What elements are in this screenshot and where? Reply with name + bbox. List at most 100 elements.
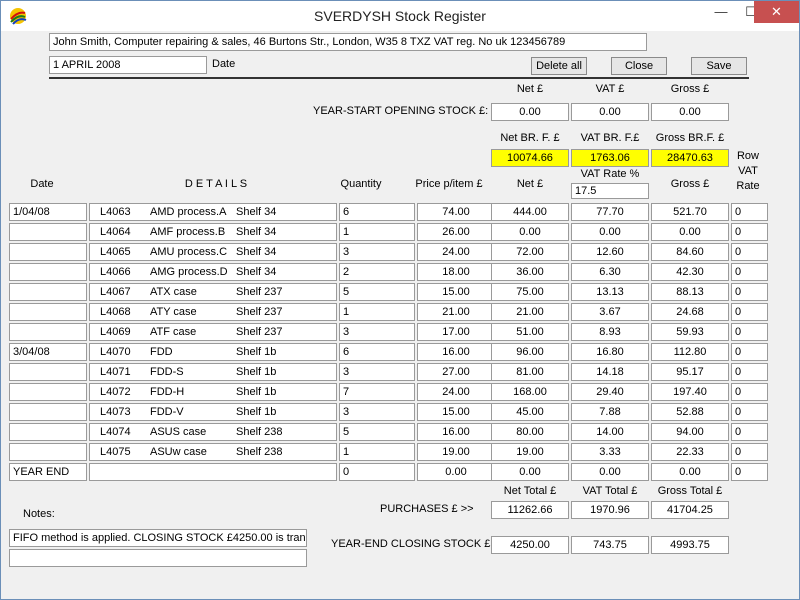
row-date-cell[interactable]: 3/04/08 xyxy=(9,343,87,361)
row-date-cell[interactable] xyxy=(9,403,87,421)
row-quantity-cell[interactable]: 5 xyxy=(339,283,415,301)
row-vat-cell[interactable]: 13.13 xyxy=(571,283,649,301)
row-details-cell[interactable]: L4069 ATF case Shelf 237 xyxy=(89,323,337,341)
bf-gross-field[interactable]: 28470.63 xyxy=(651,149,729,167)
row-quantity-cell[interactable]: 6 xyxy=(339,343,415,361)
row-vat-rate-cell[interactable]: 0 xyxy=(731,363,768,381)
vat-rate-input[interactable]: 17.5 xyxy=(571,183,649,199)
purchases-net-field[interactable]: 11262.66 xyxy=(491,501,569,519)
delete-all-button[interactable]: Delete all xyxy=(531,57,587,75)
row-date-cell[interactable] xyxy=(9,263,87,281)
date-field[interactable]: 1 APRIL 2008 xyxy=(49,56,207,74)
row-vat-cell[interactable]: 29.40 xyxy=(571,383,649,401)
opening-net-field[interactable]: 0.00 xyxy=(491,103,569,121)
row-quantity-cell[interactable]: 0 xyxy=(339,463,415,481)
row-vat-rate-cell[interactable]: 0 xyxy=(731,203,768,221)
row-date-cell[interactable] xyxy=(9,443,87,461)
row-vat-rate-cell[interactable]: 0 xyxy=(731,323,768,341)
row-quantity-cell[interactable]: 1 xyxy=(339,443,415,461)
row-quantity-cell[interactable]: 3 xyxy=(339,403,415,421)
row-date-cell[interactable] xyxy=(9,363,87,381)
row-gross-cell[interactable]: 24.68 xyxy=(651,303,729,321)
row-vat-rate-cell[interactable]: 0 xyxy=(731,263,768,281)
row-vat-cell[interactable]: 3.33 xyxy=(571,443,649,461)
row-net-cell[interactable]: 51.00 xyxy=(491,323,569,341)
closing-vat-field[interactable]: 743.75 xyxy=(571,536,649,554)
row-gross-cell[interactable]: 59.93 xyxy=(651,323,729,341)
row-quantity-cell[interactable]: 3 xyxy=(339,363,415,381)
row-price-cell[interactable]: 0.00 xyxy=(417,463,495,481)
row-date-cell[interactable]: 1/04/08 xyxy=(9,203,87,221)
row-vat-cell[interactable]: 14.00 xyxy=(571,423,649,441)
save-button[interactable]: Save xyxy=(691,57,747,75)
row-details-cell[interactable]: L4070 FDD Shelf 1b xyxy=(89,343,337,361)
purchases-vat-field[interactable]: 1970.96 xyxy=(571,501,649,519)
row-gross-cell[interactable]: 42.30 xyxy=(651,263,729,281)
close-button[interactable]: Close xyxy=(611,57,667,75)
company-field[interactable]: John Smith, Computer repairing & sales, … xyxy=(49,33,647,51)
row-gross-cell[interactable]: 95.17 xyxy=(651,363,729,381)
row-gross-cell[interactable]: 197.40 xyxy=(651,383,729,401)
row-gross-cell[interactable]: 52.88 xyxy=(651,403,729,421)
row-price-cell[interactable]: 24.00 xyxy=(417,383,495,401)
row-price-cell[interactable]: 15.00 xyxy=(417,283,495,301)
row-price-cell[interactable]: 21.00 xyxy=(417,303,495,321)
row-price-cell[interactable]: 18.00 xyxy=(417,263,495,281)
row-quantity-cell[interactable]: 6 xyxy=(339,203,415,221)
row-vat-rate-cell[interactable]: 0 xyxy=(731,243,768,261)
row-gross-cell[interactable]: 112.80 xyxy=(651,343,729,361)
purchases-gross-field[interactable]: 41704.25 xyxy=(651,501,729,519)
row-price-cell[interactable]: 16.00 xyxy=(417,343,495,361)
row-details-cell[interactable]: L4065 AMU process.C Shelf 34 xyxy=(89,243,337,261)
row-gross-cell[interactable]: 94.00 xyxy=(651,423,729,441)
row-date-cell[interactable] xyxy=(9,383,87,401)
row-vat-cell[interactable]: 14.18 xyxy=(571,363,649,381)
bf-net-field[interactable]: 10074.66 xyxy=(491,149,569,167)
row-date-cell[interactable] xyxy=(9,283,87,301)
row-net-cell[interactable]: 0.00 xyxy=(491,463,569,481)
row-date-cell[interactable] xyxy=(9,223,87,241)
row-vat-cell[interactable]: 7.88 xyxy=(571,403,649,421)
row-vat-rate-cell[interactable]: 0 xyxy=(731,463,768,481)
row-net-cell[interactable]: 168.00 xyxy=(491,383,569,401)
closing-gross-field[interactable]: 4993.75 xyxy=(651,536,729,554)
row-price-cell[interactable]: 15.00 xyxy=(417,403,495,421)
row-vat-rate-cell[interactable]: 0 xyxy=(731,223,768,241)
row-details-cell[interactable]: L4064 AMF process.B Shelf 34 xyxy=(89,223,337,241)
row-price-cell[interactable]: 27.00 xyxy=(417,363,495,381)
row-net-cell[interactable]: 0.00 xyxy=(491,223,569,241)
row-net-cell[interactable]: 45.00 xyxy=(491,403,569,421)
row-gross-cell[interactable]: 84.60 xyxy=(651,243,729,261)
row-price-cell[interactable]: 19.00 xyxy=(417,443,495,461)
opening-gross-field[interactable]: 0.00 xyxy=(651,103,729,121)
row-gross-cell[interactable]: 0.00 xyxy=(651,223,729,241)
row-vat-rate-cell[interactable]: 0 xyxy=(731,283,768,301)
row-details-cell[interactable]: L4063 AMD process.A Shelf 34 xyxy=(89,203,337,221)
row-vat-cell[interactable]: 0.00 xyxy=(571,223,649,241)
row-details-cell[interactable] xyxy=(89,463,337,481)
notes-line-1[interactable]: FIFO method is applied. CLOSING STOCK £4… xyxy=(9,529,307,547)
row-details-cell[interactable]: L4071 FDD-S Shelf 1b xyxy=(89,363,337,381)
row-price-cell[interactable]: 74.00 xyxy=(417,203,495,221)
closing-net-field[interactable]: 4250.00 xyxy=(491,536,569,554)
row-vat-rate-cell[interactable]: 0 xyxy=(731,343,768,361)
row-details-cell[interactable]: L4066 AMG process.D Shelf 34 xyxy=(89,263,337,281)
row-date-cell[interactable] xyxy=(9,323,87,341)
row-quantity-cell[interactable]: 5 xyxy=(339,423,415,441)
row-vat-rate-cell[interactable]: 0 xyxy=(731,443,768,461)
row-gross-cell[interactable]: 88.13 xyxy=(651,283,729,301)
row-details-cell[interactable]: L4073 FDD-V Shelf 1b xyxy=(89,403,337,421)
row-date-cell[interactable] xyxy=(9,423,87,441)
row-vat-rate-cell[interactable]: 0 xyxy=(731,303,768,321)
row-vat-cell[interactable]: 16.80 xyxy=(571,343,649,361)
row-quantity-cell[interactable]: 2 xyxy=(339,263,415,281)
row-quantity-cell[interactable]: 7 xyxy=(339,383,415,401)
row-date-cell[interactable] xyxy=(9,243,87,261)
row-vat-cell[interactable]: 8.93 xyxy=(571,323,649,341)
row-vat-cell[interactable]: 77.70 xyxy=(571,203,649,221)
row-net-cell[interactable]: 75.00 xyxy=(491,283,569,301)
row-vat-rate-cell[interactable]: 0 xyxy=(731,383,768,401)
row-net-cell[interactable]: 81.00 xyxy=(491,363,569,381)
row-details-cell[interactable]: L4075 ASUw case Shelf 238 xyxy=(89,443,337,461)
row-details-cell[interactable]: L4072 FDD-H Shelf 1b xyxy=(89,383,337,401)
